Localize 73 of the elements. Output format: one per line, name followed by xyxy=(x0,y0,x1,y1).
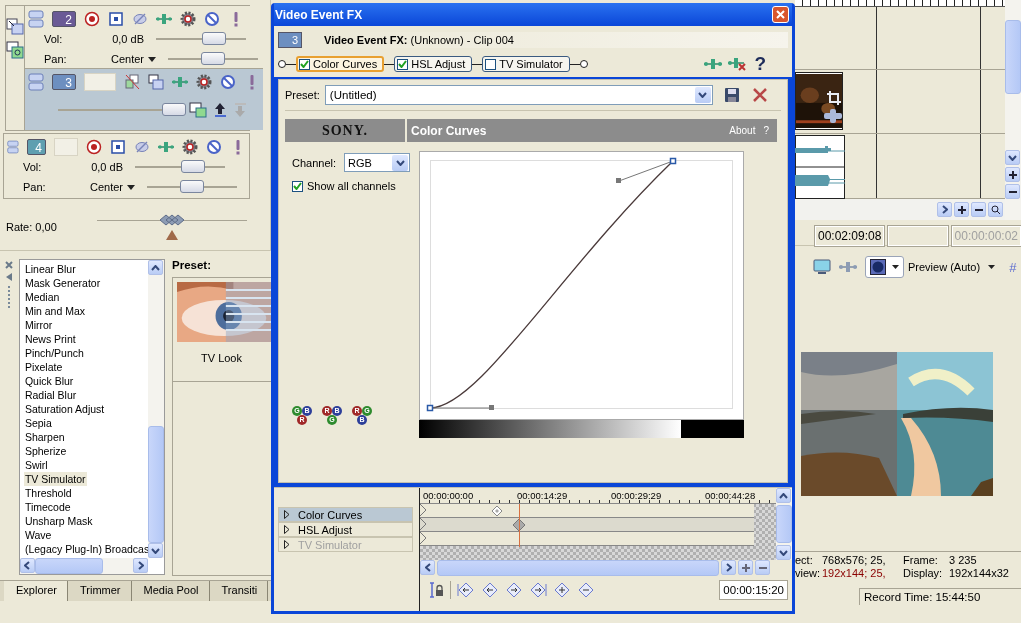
ruler-timecode: 00:00:00:00 xyxy=(423,489,475,503)
channel-label: Channel: xyxy=(292,156,337,169)
channel-dropdown[interactable]: RGB xyxy=(344,153,411,172)
volume-label: Vol: xyxy=(43,33,64,45)
effect-item[interactable]: Pixelate xyxy=(23,360,64,374)
pan-label: Pan: xyxy=(22,181,47,193)
effect-item[interactable]: Mask Generator xyxy=(23,276,102,290)
preset-label: Preset: xyxy=(285,89,320,101)
effect-item[interactable]: Sharpen xyxy=(23,430,66,444)
effect-item[interactable]: Quick Blur xyxy=(23,374,75,388)
ruler-timecode: 00:00:14:29 xyxy=(517,489,569,503)
track-number: 2 xyxy=(52,11,76,27)
effect-item[interactable]: Swirl xyxy=(23,458,49,472)
preset-dropdown[interactable]: (Untitled) xyxy=(324,85,713,105)
effect-item[interactable]: Unsharp Mask xyxy=(23,514,94,528)
effect-item[interactable]: Timecode xyxy=(23,500,72,514)
volume-value: 0,0 dB xyxy=(90,161,123,173)
status-value: 3 235 xyxy=(949,554,977,567)
effect-chain-button[interactable]: Color Curves xyxy=(296,56,385,72)
preset-card[interactable]: TV Look xyxy=(173,278,271,382)
status-label: view: xyxy=(795,567,822,580)
cursor-time-field[interactable]: 00:02:09:08 xyxy=(815,226,885,246)
checkbox-label: Show all channels xyxy=(307,180,396,192)
pan-label: Pan: xyxy=(43,53,68,65)
track-number: 3 xyxy=(52,74,76,90)
volume-value: 0,0 dB xyxy=(111,33,144,45)
ruler-timecode: 00:00:29:29 xyxy=(611,489,663,503)
effect-item[interactable]: Linear Blur xyxy=(23,262,77,276)
effect-track-item[interactable]: Color Curves xyxy=(278,507,413,522)
status-label: Display: xyxy=(903,567,944,580)
volume-label: Vol: xyxy=(22,161,43,173)
window-tab[interactable]: Transiti xyxy=(209,581,269,601)
help-button[interactable]: ? xyxy=(754,53,766,75)
preset-label: Preset: xyxy=(172,259,212,273)
preview-quality-dropdown[interactable]: Preview (Auto) xyxy=(908,261,996,273)
effect-item[interactable]: Sepia xyxy=(23,416,53,430)
effect-item[interactable]: Pinch/Punch xyxy=(23,346,85,360)
rate-label: Rate: 0,00 xyxy=(6,221,57,233)
window-title: Video Event FX xyxy=(275,7,363,22)
status-label: Frame: xyxy=(903,554,939,567)
effect-item[interactable]: Median xyxy=(23,290,61,304)
effect-item[interactable]: TV Simulator xyxy=(23,472,87,486)
status-value: 192x144x32 xyxy=(949,567,1009,580)
effect-item[interactable]: Spherize xyxy=(23,444,68,458)
vendor-logo: SONY. xyxy=(285,119,405,142)
effect-item[interactable]: Mirror xyxy=(23,318,54,332)
effect-item[interactable]: News Print xyxy=(23,332,77,346)
window-tab[interactable]: Media Pool xyxy=(131,581,210,601)
window-tab[interactable]: Explorer xyxy=(4,581,68,601)
effect-chain-button[interactable]: HSL Adjust xyxy=(394,56,473,72)
effect-track-item[interactable]: HSL Adjust xyxy=(278,522,413,537)
effect-chain-button[interactable]: TV Simulator xyxy=(482,56,570,72)
grid-toggle[interactable]: # xyxy=(1009,259,1017,275)
effect-item[interactable]: Threshold xyxy=(23,486,73,500)
track-number: 4 xyxy=(26,139,46,155)
effect-item[interactable]: Wave xyxy=(23,528,53,542)
status-value: 192x144; 25, xyxy=(822,567,887,580)
record-time: Record Time: 15:44:50 xyxy=(859,588,1021,605)
pan-value[interactable]: Center xyxy=(92,53,144,65)
effect-item[interactable]: (Legacy Plug-In) Broadcas xyxy=(23,542,148,556)
pan-value[interactable]: Center xyxy=(71,181,123,193)
ruler-timecode: 00:00:44:28 xyxy=(705,489,757,503)
effect-item[interactable]: Radial Blur xyxy=(23,388,78,402)
keyframe-time-field[interactable]: 00:00:15:20 xyxy=(719,580,788,600)
preset-name: TV Look xyxy=(200,352,243,364)
track-header[interactable]: 4 Vol: 0,0 dB Pan: Center xyxy=(3,133,250,199)
status-label: ect: xyxy=(795,554,814,567)
window-tab[interactable]: Trimmer xyxy=(67,581,132,601)
plugin-name: Color Curves xyxy=(411,123,488,138)
track-number: 3 xyxy=(278,32,302,48)
status-value: 768x576; 25, xyxy=(822,554,887,567)
effect-item[interactable]: Saturation Adjust xyxy=(23,402,106,416)
effect-item[interactable]: Min and Max xyxy=(23,304,86,318)
